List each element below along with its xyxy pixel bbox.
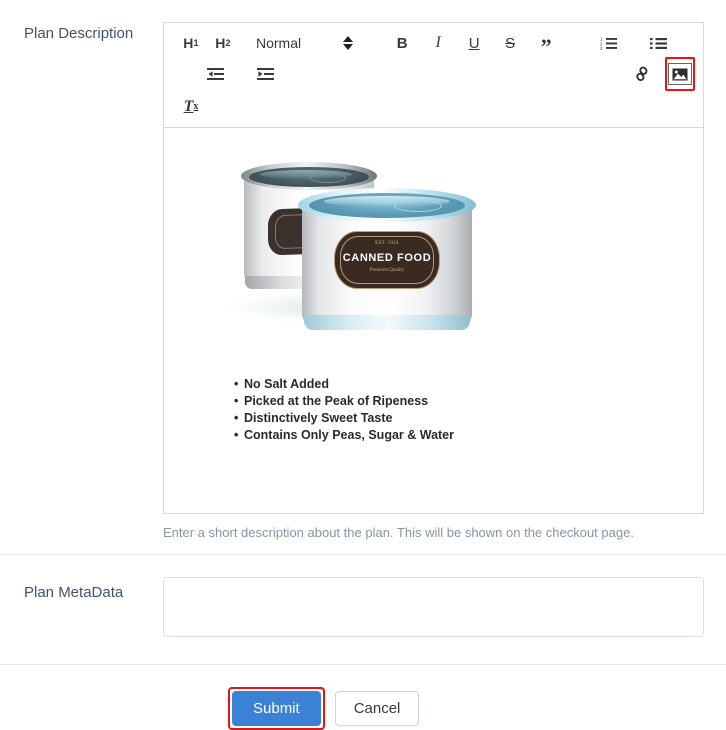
heading-2-button[interactable]: H2 [210, 29, 236, 57]
heading-1-sub: 1 [193, 37, 199, 48]
editor-toolbar: H1 H2 Normal B I U S ” 1 2 3 T x [164, 23, 703, 128]
submit-button-highlight: Submit [228, 687, 325, 730]
bold-button[interactable]: B [389, 29, 415, 57]
chevron-updown-icon [343, 36, 354, 50]
underline-button[interactable]: U [461, 29, 487, 57]
can-label-main-text: CANNED FOOD [342, 252, 432, 264]
insert-image-button[interactable] [668, 60, 692, 88]
list-item: Distinctively Sweet Taste [236, 410, 689, 427]
cancel-button[interactable]: Cancel [334, 691, 420, 726]
italic-button[interactable]: I [425, 29, 451, 57]
clear-formatting-sub: x [193, 101, 199, 112]
link-icon[interactable] [629, 60, 655, 88]
strikethrough-button[interactable]: S [497, 29, 523, 57]
plan-description-help-text: Enter a short description about the plan… [163, 525, 634, 540]
list-item: No Salt Added [236, 376, 689, 393]
plan-metadata-body [163, 577, 726, 642]
heading-1-button[interactable]: H1 [178, 29, 204, 57]
plan-metadata-input[interactable] [163, 577, 704, 637]
plan-description-body: H1 H2 Normal B I U S ” 1 2 3 T x EST. 19… [163, 22, 726, 542]
clear-formatting-button[interactable]: Tx [178, 93, 204, 121]
can-label-sub-text-1: Premium Quality [369, 268, 405, 273]
heading-2-sub: 2 [225, 37, 231, 48]
bullet-list-icon[interactable] [645, 29, 671, 57]
plan-metadata-row: Plan MetaData [0, 555, 726, 664]
format-picker-value: Normal [256, 35, 302, 51]
list-item: Picked at the Peak of Ripeness [236, 393, 689, 410]
clear-formatting-label: T [183, 98, 194, 115]
editor-content-area[interactable]: EST. 1924 CANNED FOOD Premium Quality No… [164, 128, 703, 513]
ordered-list-icon[interactable]: 1 2 3 [595, 29, 621, 57]
svg-text:3: 3 [600, 46, 603, 50]
plan-description-row: Plan Description H1 H2 Normal B I U S ” … [0, 0, 726, 542]
plan-form-page: Plan Description H1 H2 Normal B I U S ” … [0, 0, 726, 730]
outdent-icon[interactable] [202, 60, 228, 88]
editor-toolbar-row-2: Tx [178, 91, 695, 121]
submit-button[interactable]: Submit [232, 691, 321, 726]
plan-metadata-label: Plan MetaData [24, 584, 124, 601]
canned-food-image: EST. 1924 CANNED FOOD Premium Quality [222, 142, 492, 332]
blockquote-button[interactable]: ” [533, 29, 559, 58]
heading-2-label: H [215, 35, 226, 51]
front-can: EST. 1924 CANNED FOOD Premium Quality [298, 182, 476, 334]
rich-text-editor: H1 H2 Normal B I U S ” 1 2 3 T x EST. 19… [163, 22, 704, 514]
format-picker[interactable]: Normal [256, 29, 354, 57]
image-button-highlight [665, 57, 695, 91]
form-actions: Submit Cancel [0, 665, 726, 730]
heading-1-label: H [183, 35, 194, 51]
front-can-label: EST. 1924 CANNED FOOD Premium Quality [335, 232, 439, 288]
list-item: Contains Only Peas, Sugar & Water [236, 427, 689, 444]
feature-bullet-list: No Salt Added Picked at the Peak of Ripe… [236, 376, 689, 444]
indent-icon[interactable] [252, 60, 278, 88]
plan-description-label: Plan Description [24, 25, 134, 42]
image-icon [668, 63, 692, 85]
can-label-top-text: EST. 1924 [375, 241, 399, 246]
